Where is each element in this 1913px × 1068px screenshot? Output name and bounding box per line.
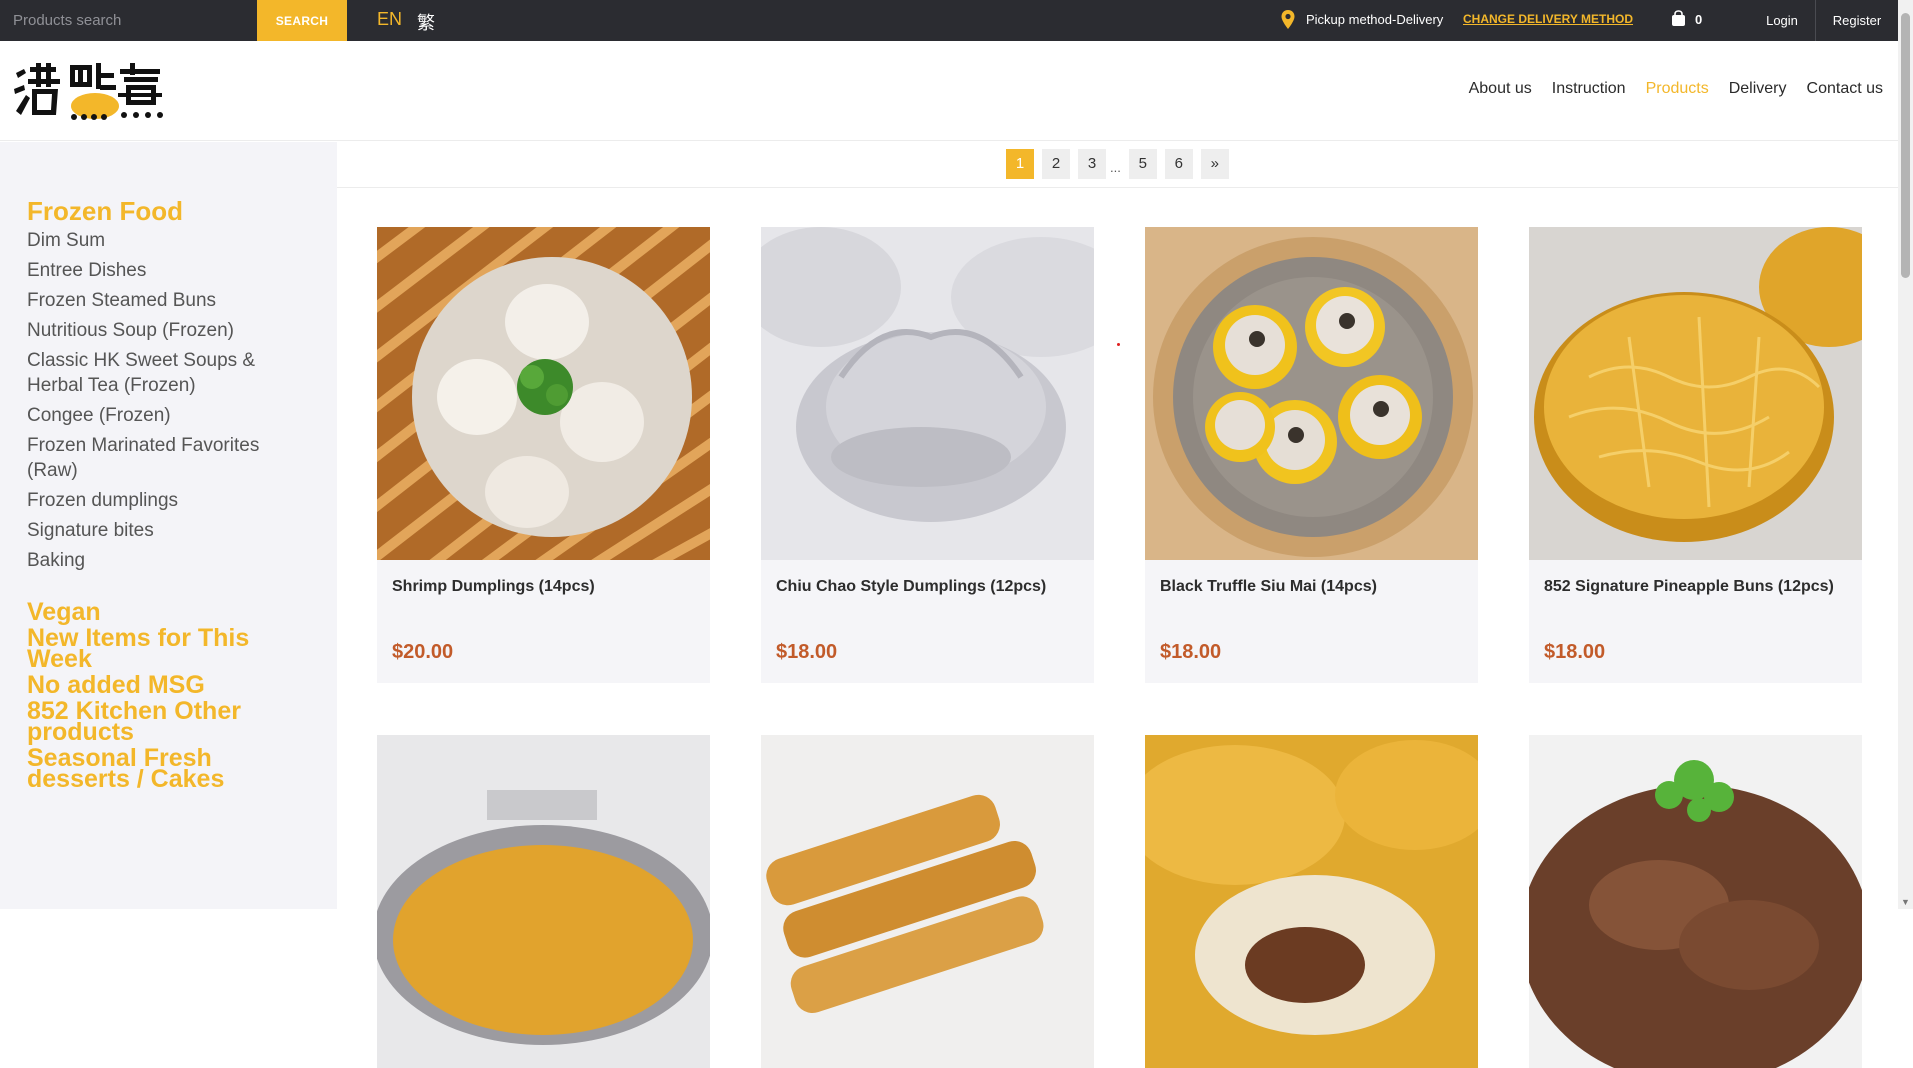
product-card[interactable]: 852 Signature Pineapple Buns (12pcs) $18… (1529, 227, 1862, 683)
language-en-link[interactable]: EN (377, 9, 402, 30)
subcategory-sweet-soups-herbal-tea[interactable]: Classic HK Sweet Soups & Herbal Tea (Fro… (27, 348, 277, 398)
product-name[interactable]: Shrimp Dumplings (14pcs) (392, 578, 702, 596)
change-delivery-link[interactable]: CHANGE DELIVERY METHOD (1463, 12, 1633, 26)
site-logo[interactable] (12, 59, 177, 125)
product-image-shrimp-dumplings[interactable] (377, 227, 710, 560)
search-button[interactable]: SEARCH (257, 0, 347, 41)
category-title-frozen-food[interactable]: Frozen Food (27, 196, 183, 227)
subcategory-frozen-dumplings[interactable]: Frozen dumplings (27, 488, 277, 513)
register-link[interactable]: Register (1816, 0, 1898, 41)
location-pin-icon (1281, 10, 1295, 29)
subcategory-nutritious-soup[interactable]: Nutritious Soup (Frozen) (27, 318, 277, 343)
page-scrollbar[interactable]: ▼ (1898, 0, 1913, 909)
product-price: $18.00 (776, 641, 838, 663)
scrollbar-thumb[interactable] (1901, 13, 1910, 278)
page-1-link[interactable]: 1 (1006, 149, 1034, 179)
product-image-filled-bun[interactable] (1145, 735, 1478, 1068)
main-nav: About us Instruction Products Delivery C… (1469, 80, 1883, 98)
category-sidebar: Frozen Food Dim Sum Entree Dishes Frozen… (0, 142, 337, 909)
main-category-list: Vegan New Items for This Week No added M… (27, 600, 287, 795)
subcategory-dim-sum[interactable]: Dim Sum (27, 228, 277, 253)
product-price: $18.00 (1544, 641, 1606, 663)
next-page-link[interactable]: » (1200, 149, 1229, 179)
product-image-pie[interactable] (377, 735, 710, 1068)
product-card[interactable] (1529, 735, 1862, 1068)
product-card[interactable] (761, 735, 1094, 1068)
subcategory-entree-dishes[interactable]: Entree Dishes (27, 258, 277, 283)
category-vegan[interactable]: Vegan (27, 600, 287, 625)
pagination: 1 2 3 ... 5 6 » (1006, 149, 1237, 179)
product-image-black-truffle-siu-mai[interactable] (1145, 227, 1478, 560)
page-5-link[interactable]: 5 (1128, 149, 1157, 179)
page-2-link[interactable]: 2 (1042, 149, 1070, 179)
top-bar: SEARCH EN 繁 Pickup method-Delivery CHANG… (0, 0, 1898, 41)
pagination-ellipsis: ... (1110, 159, 1121, 175)
category-new-items[interactable]: New Items for This Week (27, 626, 287, 672)
product-name[interactable]: Chiu Chao Style Dumplings (12pcs) (776, 578, 1086, 596)
product-card[interactable]: Shrimp Dumplings (14pcs) $20.00 (377, 227, 710, 683)
nav-products[interactable]: Products (1646, 80, 1709, 98)
product-image-braised-beef[interactable] (1529, 735, 1862, 1068)
product-image-pastry-rolls[interactable] (761, 735, 1094, 1068)
product-card[interactable] (1145, 735, 1478, 1068)
product-image-pineapple-buns[interactable] (1529, 227, 1862, 560)
subcategory-congee[interactable]: Congee (Frozen) (27, 403, 277, 428)
subcategory-baking[interactable]: Baking (27, 548, 277, 573)
subcategory-marinated-favorites[interactable]: Frozen Marinated Favorites (Raw) (27, 433, 277, 483)
page-3-link[interactable]: 3 (1078, 149, 1106, 179)
category-seasonal-desserts[interactable]: Seasonal Fresh desserts / Cakes (27, 746, 287, 792)
page-6-link[interactable]: 6 (1164, 149, 1193, 179)
category-no-added-msg[interactable]: No added MSG (27, 673, 287, 698)
subcategory-list: Dim Sum Entree Dishes Frozen Steamed Bun… (27, 228, 277, 578)
subcategory-frozen-steamed-buns[interactable]: Frozen Steamed Buns (27, 288, 277, 313)
product-card[interactable]: Chiu Chao Style Dumplings (12pcs) $18.00 (761, 227, 1094, 683)
language-tc-link[interactable]: 繁 (417, 9, 435, 35)
scroll-down-arrow-icon[interactable]: ▼ (1901, 897, 1910, 907)
nav-instruction[interactable]: Instruction (1552, 80, 1626, 98)
pickup-method-text: Pickup method-Delivery (1306, 12, 1444, 27)
login-link[interactable]: Login (1748, 0, 1816, 41)
site-header: About us Instruction Products Delivery C… (0, 41, 1898, 141)
cart-count[interactable]: 0 (1695, 12, 1702, 27)
subcategory-signature-bites[interactable]: Signature bites (27, 518, 277, 543)
product-name[interactable]: 852 Signature Pineapple Buns (12pcs) (1544, 578, 1854, 596)
product-card[interactable]: Black Truffle Siu Mai (14pcs) $18.00 (1145, 227, 1478, 683)
product-name[interactable]: Black Truffle Siu Mai (14pcs) (1160, 578, 1470, 596)
product-card[interactable] (377, 735, 710, 1068)
product-price: $20.00 (392, 641, 454, 663)
product-image-chiu-chao-dumplings[interactable] (761, 227, 1094, 560)
nav-contact-us[interactable]: Contact us (1807, 80, 1883, 98)
stray-dot (1117, 343, 1120, 346)
nav-delivery[interactable]: Delivery (1729, 80, 1787, 98)
shopping-bag-icon[interactable] (1670, 10, 1687, 27)
product-price: $18.00 (1160, 641, 1222, 663)
category-other-products[interactable]: 852 Kitchen Other products (27, 699, 287, 745)
nav-about-us[interactable]: About us (1469, 80, 1532, 98)
search-input[interactable] (0, 0, 257, 41)
